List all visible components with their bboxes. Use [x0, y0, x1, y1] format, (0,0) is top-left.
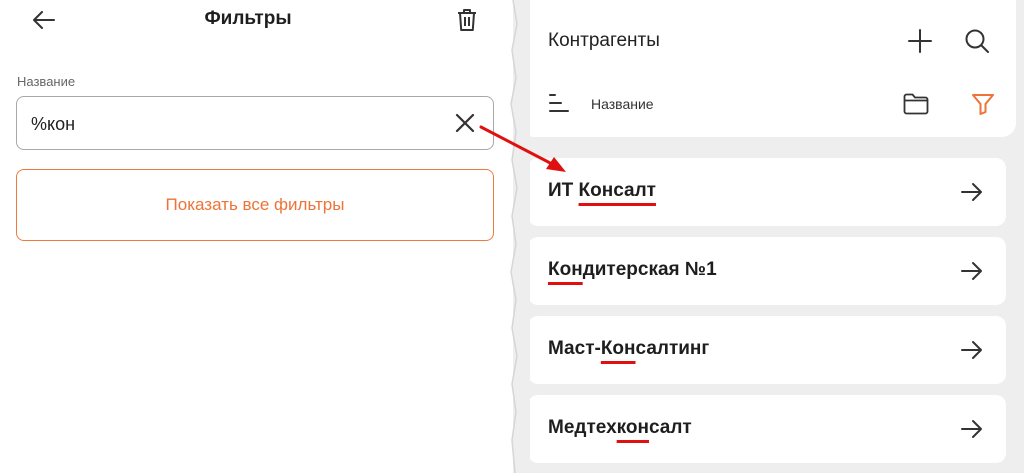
- contractor-card[interactable]: Маст-Консалтинг: [528, 316, 1006, 384]
- delete-button[interactable]: [452, 4, 482, 36]
- contractor-card[interactable]: Кондитерская №1: [528, 237, 1006, 305]
- search-button[interactable]: [962, 26, 992, 56]
- trash-icon: [458, 9, 476, 31]
- torn-edge-divider: [510, 0, 530, 473]
- match-highlight: Консалт: [578, 180, 656, 201]
- back-button[interactable]: [28, 4, 60, 36]
- show-all-filters-button[interactable]: Показать все фильтры: [16, 169, 494, 241]
- contractor-name: Кондитерская №1: [548, 259, 717, 280]
- match-highlight: Кон: [600, 338, 636, 359]
- arrow-right-icon: [961, 341, 982, 359]
- filter-button[interactable]: [968, 90, 998, 118]
- match-highlight: кон: [616, 417, 649, 438]
- arrow-right-icon: [961, 420, 982, 438]
- contractors-panel: Контрагенты Название ИТ Консалт Кондитер…: [513, 0, 1024, 473]
- add-button[interactable]: [905, 26, 935, 56]
- name-filter-input[interactable]: [31, 111, 431, 137]
- contractor-card[interactable]: Медтехконсалт: [528, 395, 1006, 463]
- page-title: Фильтры: [204, 8, 292, 29]
- folder-button[interactable]: [901, 90, 931, 118]
- name-filter-field[interactable]: [16, 96, 494, 150]
- folder-icon: [903, 93, 929, 115]
- sort-label[interactable]: Название: [591, 96, 654, 112]
- sort-icon: [549, 94, 569, 112]
- match-highlight: Кон: [548, 259, 583, 280]
- search-icon: [965, 29, 989, 53]
- contractors-header: Контрагенты Название: [520, 0, 1016, 137]
- contractor-name: Медтехконсалт: [548, 417, 692, 438]
- contractor-card[interactable]: ИТ Консалт: [528, 158, 1006, 226]
- arrow-left-icon: [33, 11, 55, 29]
- contractor-name: Маст-Консалтинг: [548, 338, 710, 359]
- contractor-name: ИТ Консалт: [548, 180, 656, 201]
- close-icon: [455, 113, 475, 133]
- name-field-label: Название: [17, 74, 76, 89]
- filters-panel: Фильтры Название Показать все фильтры: [0, 0, 512, 473]
- arrow-right-icon: [961, 183, 982, 201]
- plus-icon: [908, 29, 932, 53]
- contractors-title: Контрагенты: [548, 30, 660, 51]
- clear-button[interactable]: [453, 111, 477, 135]
- arrow-right-icon: [961, 262, 982, 280]
- sort-button[interactable]: [548, 90, 574, 116]
- filter-icon: [972, 94, 994, 115]
